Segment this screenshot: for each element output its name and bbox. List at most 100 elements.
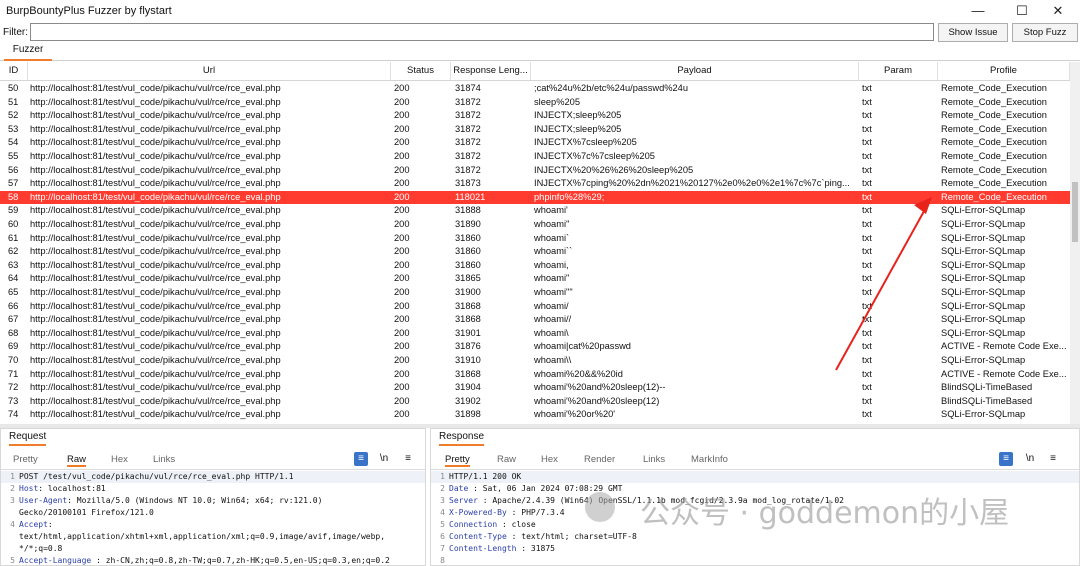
- request-tab-links[interactable]: Links: [153, 454, 175, 465]
- cell-param: txt: [862, 232, 872, 243]
- line-number: 3: [10, 496, 15, 505]
- table-row[interactable]: 51 http://localhost:81/test/vul_code/pika…: [0, 96, 1070, 110]
- table-row[interactable]: 70 http://localhost:81/test/vul_code/pika…: [0, 354, 1070, 368]
- code-line: 1 HTTP/1.1 200 OK: [431, 471, 1079, 483]
- column-url-header[interactable]: Url: [28, 62, 391, 80]
- request-tab-raw[interactable]: Raw: [67, 454, 87, 467]
- cell-payload: INJECTX;sleep%205: [534, 110, 622, 121]
- line-number: 1: [440, 472, 445, 481]
- table-row[interactable]: 55 http://localhost:81/test/vul_code/pika…: [0, 150, 1070, 164]
- newline-icon[interactable]: \n: [1023, 452, 1037, 466]
- filter-input[interactable]: [30, 23, 934, 41]
- cell-id: 58: [8, 191, 19, 202]
- table-row[interactable]: 66 http://localhost:81/test/vul_code/pika…: [0, 300, 1070, 314]
- line-number: 3: [440, 496, 445, 505]
- column-profile-header[interactable]: Profile: [938, 62, 1070, 80]
- column-length-header[interactable]: Response Leng...: [451, 62, 531, 80]
- cell-length: 31868: [455, 314, 481, 325]
- column-id-header[interactable]: ID: [0, 62, 28, 80]
- table-row[interactable]: 60 http://localhost:81/test/vul_code/pika…: [0, 218, 1070, 232]
- cell-param: txt: [862, 287, 872, 297]
- wrap-icon[interactable]: ≡: [999, 452, 1013, 466]
- cell-profile: ACTIVE - Remote Code Exe...: [941, 368, 1067, 379]
- table-row[interactable]: 72 http://localhost:81/test/vul_code/pika…: [0, 381, 1070, 395]
- table-row[interactable]: 74 http://localhost:81/test/vul_code/pika…: [0, 408, 1070, 422]
- close-button[interactable]: ✕: [1036, 0, 1080, 22]
- table-row[interactable]: 68 http://localhost:81/test/vul_code/pika…: [0, 327, 1070, 341]
- response-tab-render[interactable]: Render: [584, 454, 615, 465]
- table-scrollbar[interactable]: [1070, 62, 1080, 424]
- results-table-header: ID Url Status Response Leng... Payload P…: [0, 62, 1070, 81]
- show-issue-button[interactable]: Show Issue: [938, 23, 1008, 42]
- cell-payload: whoami%20&&%20id: [534, 368, 623, 379]
- wrap-icon[interactable]: ≡: [354, 452, 368, 466]
- minimize-button[interactable]: —: [956, 0, 1000, 22]
- cell-url: http://localhost:81/test/vul_code/pikach…: [30, 314, 281, 325]
- table-row[interactable]: 61 http://localhost:81/test/vul_code/pika…: [0, 232, 1070, 246]
- response-tab-raw[interactable]: Raw: [497, 454, 516, 465]
- cell-payload: phpinfo%28%29;: [534, 191, 605, 202]
- table-row[interactable]: 63 http://localhost:81/test/vul_code/pika…: [0, 259, 1070, 273]
- line-number: 7: [440, 544, 445, 553]
- response-tab-markinfo[interactable]: MarkInfo: [691, 454, 728, 465]
- header-key: X-Powered-By: [449, 508, 507, 517]
- table-row[interactable]: 64 http://localhost:81/test/vul_code/pika…: [0, 272, 1070, 286]
- cell-profile: Remote_Code_Execution: [941, 123, 1047, 134]
- response-tab-hex[interactable]: Hex: [541, 454, 558, 465]
- table-row[interactable]: 50 http://localhost:81/test/vul_code/pika…: [0, 82, 1070, 96]
- table-row[interactable]: 53 http://localhost:81/test/vul_code/pika…: [0, 123, 1070, 137]
- response-tab-pretty[interactable]: Pretty: [445, 454, 470, 467]
- cell-url: http://localhost:81/test/vul_code/pikach…: [30, 287, 281, 297]
- request-tab-hex[interactable]: Hex: [111, 454, 128, 465]
- cell-profile: SQLi-Error-SQLmap: [941, 355, 1026, 365]
- table-row[interactable]: 54 http://localhost:81/test/vul_code/pika…: [0, 136, 1070, 150]
- column-status-header[interactable]: Status: [391, 62, 451, 80]
- cell-length: 31868: [455, 300, 481, 311]
- tab-fuzzer[interactable]: Fuzzer: [4, 42, 52, 61]
- cell-payload: whoami'%20and%20sleep(12)--: [534, 382, 666, 393]
- request-panel: Request Pretty Raw Hex Links ≡ \n ≡ 1 POS…: [0, 428, 426, 566]
- response-tab-links[interactable]: Links: [643, 454, 665, 465]
- cell-param: txt: [862, 409, 872, 420]
- cell-param: txt: [862, 178, 872, 189]
- stop-fuzz-button[interactable]: Stop Fuzz: [1012, 23, 1078, 42]
- cell-profile: Remote_Code_Execution: [941, 96, 1047, 107]
- table-row[interactable]: 52 http://localhost:81/test/vul_code/pika…: [0, 109, 1070, 123]
- header-value: : text/html; charset=UTF-8: [506, 532, 637, 541]
- table-row[interactable]: 56 http://localhost:81/test/vul_code/pika…: [0, 164, 1070, 178]
- table-row[interactable]: 73 http://localhost:81/test/vul_code/pika…: [0, 395, 1070, 409]
- cell-param: txt: [862, 219, 872, 229]
- header-value: :: [47, 520, 53, 529]
- menu-icon[interactable]: ≡: [401, 452, 415, 466]
- table-row[interactable]: 59 http://localhost:81/test/vul_code/pika…: [0, 204, 1070, 218]
- request-editor[interactable]: 1 POST /test/vul_code/pikachu/vul/rce/rce…: [1, 471, 425, 565]
- newline-icon[interactable]: \n: [377, 452, 391, 466]
- cell-length: 31865: [455, 273, 481, 284]
- cell-payload: whoami/: [534, 300, 569, 311]
- request-tab-pretty[interactable]: Pretty: [13, 454, 38, 465]
- response-subtabs: Pretty Raw Hex Render Links MarkInfo ≡ \…: [431, 451, 1079, 470]
- table-row-selected[interactable]: 58 http://localhost:81/test/vul_code/pika…: [0, 190, 1070, 205]
- cell-param: txt: [862, 300, 872, 311]
- table-row[interactable]: 65 http://localhost:81/test/vul_code/pika…: [0, 286, 1070, 300]
- cell-length: 31868: [455, 368, 481, 379]
- table-scrollbar-thumb[interactable]: [1072, 182, 1078, 242]
- cell-id: 60: [8, 219, 19, 229]
- column-payload-header[interactable]: Payload: [531, 62, 859, 80]
- table-row[interactable]: 69 http://localhost:81/test/vul_code/pika…: [0, 340, 1070, 354]
- table-row[interactable]: 71 http://localhost:81/test/vul_code/pika…: [0, 368, 1070, 382]
- menu-icon[interactable]: ≡: [1046, 452, 1060, 466]
- cell-url: http://localhost:81/test/vul_code/pikach…: [30, 273, 281, 284]
- table-row[interactable]: 67 http://localhost:81/test/vul_code/pika…: [0, 313, 1070, 327]
- table-row[interactable]: 57 http://localhost:81/test/vul_code/pika…: [0, 177, 1070, 191]
- cell-param: txt: [862, 246, 872, 257]
- cell-param: txt: [862, 327, 872, 338]
- cell-param: txt: [862, 355, 872, 365]
- filter-label: Filter:: [3, 27, 28, 38]
- window-title: BurpBountyPlus Fuzzer by flystart: [6, 5, 172, 17]
- cell-length: 31872: [455, 123, 481, 134]
- table-row[interactable]: 62 http://localhost:81/test/vul_code/pika…: [0, 245, 1070, 259]
- code-line: 4 Accept:: [1, 519, 425, 531]
- cell-payload: whoami"": [534, 287, 573, 297]
- column-param-header[interactable]: Param: [859, 62, 938, 80]
